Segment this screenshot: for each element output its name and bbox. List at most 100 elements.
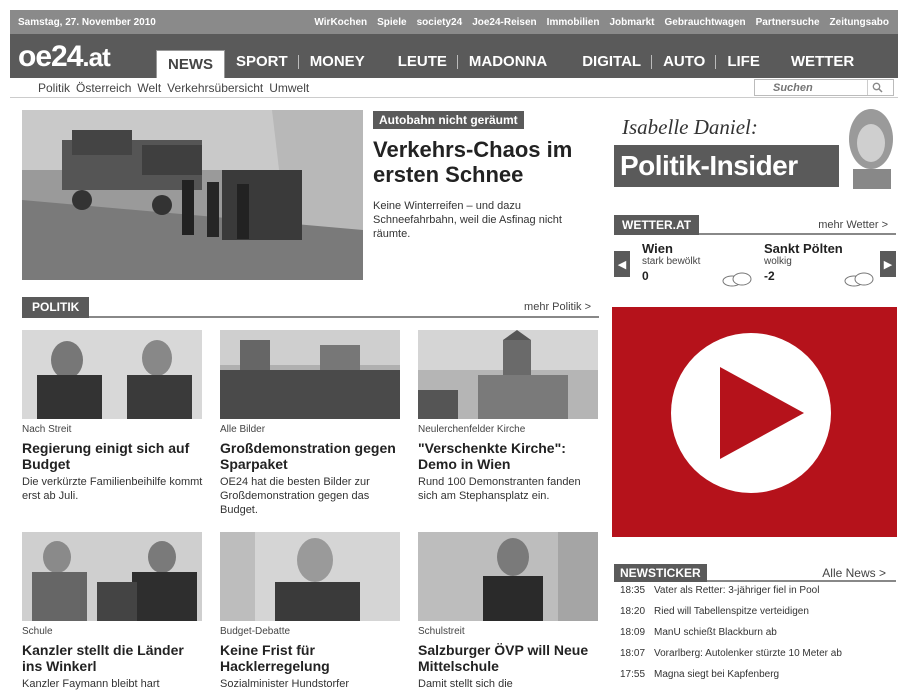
mehr-wetter-link[interactable]: mehr Wetter > [818, 219, 888, 231]
logo-suffix: .at [82, 42, 110, 72]
subnav-links: Politik Österreich Welt Verkehrsübersich… [10, 81, 309, 95]
subnav-verkehrsuebersicht[interactable]: Verkehrsübersicht [167, 81, 263, 95]
newsticker-label[interactable]: NEWSTICKER [614, 564, 707, 582]
ticker-text: Magna siegt bei Kapfenberg [654, 669, 780, 680]
weather-section-header: WETTER.AT mehr Wetter > [614, 215, 896, 235]
weather-next-arrow-icon[interactable]: ▶ [880, 251, 896, 277]
newsticker-header: NEWSTICKER Alle News > [614, 564, 896, 582]
ticker-text: Vorarlberg: Autolenker stürzte 10 Meter … [654, 648, 842, 659]
nav-wetter[interactable]: WETTER [780, 50, 865, 74]
politik-section-header: POLITIK mehr Politik > [22, 297, 599, 318]
site-logo[interactable]: oe24.at [18, 40, 111, 74]
article-kicker: Schulstreit [418, 626, 465, 637]
article-card[interactable]: Alle Bilder Großdemonstration gegen Spar… [220, 330, 402, 517]
nav-digital[interactable]: DIGITAL [571, 50, 652, 74]
article-kicker: Schule [22, 626, 53, 637]
article-teaser: Kanzler Faymann bleibt hart [22, 678, 160, 690]
article-teaser: Sozialminister Hundstorfer [220, 678, 349, 690]
weather-prev-arrow-icon[interactable]: ◀ [614, 251, 630, 277]
article-image-minister[interactable] [220, 532, 400, 621]
nav-life[interactable]: LIFE [716, 50, 780, 74]
ticker-text: ManU schießt Blackburn ab [654, 627, 777, 638]
ticker-item[interactable]: 18:07 Vorarlberg: Autolenker stürzte 10 M… [620, 648, 896, 669]
author-portrait [839, 105, 899, 189]
top-links: WirKochen Spiele society24 Joe24-Reisen … [309, 17, 898, 28]
sub-nav: Politik Österreich Welt Verkehrsübersich… [10, 78, 898, 98]
weather-city-name: Wien [642, 241, 673, 256]
article-card[interactable]: Budget-Debatte Keine Frist für Hacklerre… [220, 532, 402, 690]
ticker-item[interactable]: 17:55 Magna siegt bei Kapfenberg [620, 669, 896, 690]
weather-city[interactable]: Sankt Pölten wolkig -2 [764, 241, 876, 287]
insider-title: Politik-Insider [614, 145, 839, 187]
article-title[interactable]: Großdemonstration gegen Sparpaket [220, 440, 402, 472]
weather-city-name: Sankt Pölten [764, 241, 843, 256]
article-card[interactable]: Schule Kanzler stellt die Länder ins Win… [22, 532, 204, 690]
ticker-item[interactable]: 18:09 ManU schießt Blackburn ab [620, 627, 896, 648]
hero-title[interactable]: Verkehrs-Chaos im ersten Schnee [373, 137, 603, 187]
toplink-wirkochen[interactable]: WirKochen [309, 17, 372, 28]
search-input[interactable] [755, 81, 867, 94]
hero-teaser: Keine Winterreifen – und dazu Schneefahr… [373, 200, 562, 240]
ticker-item[interactable]: 18:20 Ried will Tabellenspitze verteidige… [620, 606, 896, 627]
ticker-text: Ried will Tabellenspitze verteidigen [654, 606, 809, 617]
search-icon[interactable] [867, 80, 887, 95]
politik-insider-banner[interactable]: Isabelle Daniel: Politik-Insider [612, 105, 899, 189]
video-player[interactable] [612, 307, 897, 537]
main-nav: NEWS SPORT MONEY LEUTE MADONNA DIGITAL A… [156, 34, 865, 78]
article-title[interactable]: Kanzler stellt die Länder ins Winkerl [22, 642, 204, 674]
article-image-politicians[interactable] [22, 330, 202, 419]
article-teaser: Die verkürzte Familienbeihilfe kommt ers… [22, 476, 203, 502]
nav-sport[interactable]: SPORT [225, 50, 299, 74]
alle-news-link[interactable]: Alle News > [822, 566, 886, 580]
nav-auto[interactable]: AUTO [652, 50, 717, 74]
article-title[interactable]: Salzburger ÖVP will Neue Mittelschule [418, 642, 600, 674]
toplink-gebrauchtwagen[interactable]: Gebrauchtwagen [659, 17, 750, 28]
nav-money[interactable]: MONEY [299, 50, 387, 74]
nav-news[interactable]: NEWS [156, 50, 225, 78]
toplink-jobmarkt[interactable]: Jobmarkt [604, 17, 659, 28]
mehr-politik-link[interactable]: mehr Politik > [524, 301, 591, 313]
article-image-demonstration[interactable] [220, 330, 400, 419]
weather-city[interactable]: Wien stark bewölkt 0 [642, 241, 754, 287]
nav-leute[interactable]: LEUTE [387, 50, 459, 74]
site-header: oe24.at NEWS SPORT MONEY LEUTE MADONNA D… [10, 34, 898, 78]
insider-author: Isabelle Daniel: [622, 115, 758, 139]
article-title[interactable]: "Verschenkte Kirche": Demo in Wien [418, 440, 600, 472]
weather-description: wolkig [764, 256, 792, 267]
top-utility-bar: Samstag, 27. November 2010 WirKochen Spi… [10, 10, 898, 34]
hero-tag[interactable]: Autobahn nicht geräumt [373, 111, 524, 129]
article-kicker: Budget-Debatte [220, 626, 291, 637]
newsticker-list: 18:35 Vater als Retter: 3-jähriger fiel i… [620, 585, 896, 690]
hero-image-traffic-crash[interactable] [22, 110, 363, 280]
nav-madonna[interactable]: MADONNA [458, 50, 571, 74]
ticker-text: Vater als Retter: 3-jähriger fiel in Poo… [654, 585, 820, 596]
article-card[interactable]: Neulerchenfelder Kirche "Verschenkte Kir… [418, 330, 600, 503]
article-card[interactable]: Nach Streit Regierung einigt sich auf Bu… [22, 330, 204, 503]
article-title[interactable]: Regierung einigt sich auf Budget [22, 440, 204, 472]
play-icon[interactable] [612, 307, 897, 537]
ticker-time: 18:09 [620, 627, 646, 638]
politik-label[interactable]: POLITIK [22, 297, 90, 318]
subnav-umwelt[interactable]: Umwelt [269, 81, 309, 95]
article-image-church[interactable] [418, 330, 598, 419]
subnav-politik[interactable]: Politik [38, 81, 70, 95]
weather-label[interactable]: WETTER.AT [614, 215, 700, 235]
toplink-society24[interactable]: society24 [412, 17, 468, 28]
subnav-welt[interactable]: Welt [137, 81, 161, 95]
toplink-zeitungsabo[interactable]: Zeitungsabo [825, 17, 894, 28]
article-title[interactable]: Keine Frist für Hacklerregelung [220, 642, 402, 674]
weather-widget: ◀ Wien stark bewölkt 0 Sankt Pölten wolk… [612, 239, 899, 291]
toplink-immobilien[interactable]: Immobilien [542, 17, 605, 28]
logo-main: oe24 [18, 40, 83, 73]
cloud-icon [844, 272, 874, 287]
article-image-student[interactable] [418, 532, 598, 621]
toplink-spiele[interactable]: Spiele [372, 17, 411, 28]
ticker-item[interactable]: 18:35 Vater als Retter: 3-jähriger fiel i… [620, 585, 896, 606]
toplink-partnersuche[interactable]: Partnersuche [751, 17, 825, 28]
ticker-time: 18:20 [620, 606, 646, 617]
subnav-oesterreich[interactable]: Österreich [76, 81, 131, 95]
article-card[interactable]: Schulstreit Salzburger ÖVP will Neue Mit… [418, 532, 600, 690]
toplink-joe24-reisen[interactable]: Joe24-Reisen [467, 17, 541, 28]
search-box [754, 79, 894, 96]
article-image-press-conference[interactable] [22, 532, 202, 621]
